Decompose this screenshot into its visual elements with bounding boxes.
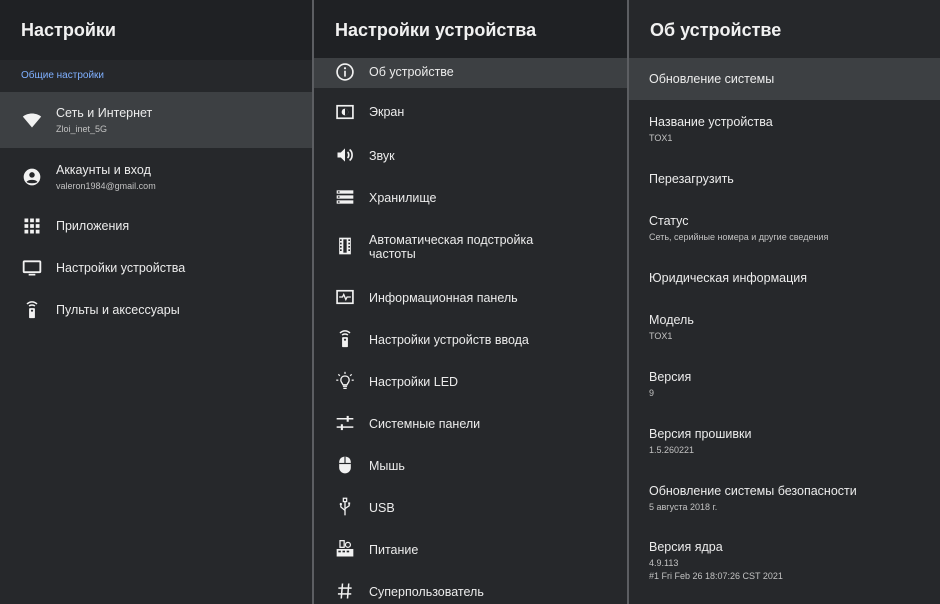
power-icon <box>336 540 354 557</box>
about-label: Модель <box>649 313 694 327</box>
menu-system-panels[interactable]: Системные панели <box>314 402 627 444</box>
bulb-icon <box>336 371 354 389</box>
about-value: 1.5.260221 <box>649 445 695 456</box>
menu-label: Сеть и Интернет <box>56 106 153 120</box>
menu-network[interactable]: Сеть и Интернет Zloi_inet_5G <box>0 92 312 148</box>
wifi-icon <box>22 113 42 128</box>
settings-pane: Настройки Общие настройки Сеть и Интерне… <box>0 0 312 604</box>
menu-input-devices[interactable]: Настройки устройств ввода <box>314 318 627 360</box>
menu-device-settings[interactable]: Настройки устройства <box>0 248 312 288</box>
menu-label: Об устройстве <box>369 65 454 79</box>
about-version: Версия 9 <box>629 356 940 412</box>
pane-title: Об устройстве <box>629 0 940 60</box>
about-reboot[interactable]: Перезагрузить <box>629 158 940 198</box>
film-icon <box>339 237 351 255</box>
menu-label: Суперпользователь <box>369 585 484 599</box>
menu-label: Системные панели <box>369 417 481 431</box>
menu-label: Экран <box>369 105 405 119</box>
menu-led[interactable]: Настройки LED <box>314 360 627 402</box>
account-icon <box>23 168 41 186</box>
about-label: Версия <box>649 370 692 384</box>
about-firmware: Версия прошивки 1.5.260221 <box>629 412 940 468</box>
settings-screen: Настройки Общие настройки Сеть и Интерне… <box>0 0 940 604</box>
pane-title: Настройки устройства <box>314 0 627 60</box>
about-value: TOX1 <box>649 331 673 342</box>
menu-accounts[interactable]: Аккаунты и вход valeron1984@gmail.com <box>0 150 312 204</box>
menu-usb[interactable]: USB <box>314 486 627 528</box>
about-security-update[interactable]: Обновление системы безопасности 5 август… <box>629 470 940 526</box>
about-device-name[interactable]: Название устройства TOX1 <box>629 100 940 156</box>
about-value: 4.9.113 <box>649 558 679 569</box>
about-kernel: Версия ядра 4.9.113 #1 Fri Feb 26 18:07:… <box>629 528 940 598</box>
about-label: Название устройства <box>649 115 773 129</box>
menu-label: Аккаунты и вход <box>56 163 151 177</box>
menu-label: Звук <box>369 149 395 163</box>
about-legal[interactable]: Юридическая информация <box>629 258 940 298</box>
menu-label: USB <box>369 501 395 515</box>
sliders-icon <box>336 415 354 431</box>
menu-sound[interactable]: Звук <box>314 134 627 176</box>
tv-icon <box>22 260 42 276</box>
about-label: Версия ядра <box>649 540 723 554</box>
menu-remotes[interactable]: Пульты и аксессуары <box>0 290 312 330</box>
menu-sublabel: valeron1984@gmail.com <box>56 181 156 192</box>
hash-icon <box>337 583 352 599</box>
menu-label: Автоматическая подстройка <box>369 233 534 247</box>
pane-title: Настройки <box>0 0 312 60</box>
section-label: Общие настройки <box>21 70 104 81</box>
menu-about-device[interactable]: Об устройстве <box>314 58 627 88</box>
menu-label-line2: частоты <box>369 247 416 262</box>
monitor-pulse-icon <box>336 289 354 305</box>
info-icon <box>336 63 354 81</box>
about-label: Статус <box>649 214 689 228</box>
about-label: Перезагрузить <box>649 172 734 186</box>
mouse-icon <box>339 456 351 474</box>
menu-label: Питание <box>369 543 419 557</box>
about-value: 9 <box>649 388 655 399</box>
apps-grid-icon <box>24 218 40 234</box>
about-system-update[interactable]: Обновление системы <box>629 58 940 100</box>
screen-icon <box>336 104 354 120</box>
menu-superuser[interactable]: Суперпользователь <box>314 570 627 604</box>
menu-label: Приложения <box>56 219 130 233</box>
storage-icon <box>336 190 354 204</box>
menu-label: Мышь <box>369 459 405 473</box>
about-value: Сеть, серийные номера и другие сведения <box>649 232 829 243</box>
menu-label: Настройки устройств ввода <box>369 333 529 347</box>
menu-label: Настройки устройства <box>56 261 186 275</box>
menu-power[interactable]: Питание <box>314 528 627 570</box>
usb-icon <box>339 497 351 516</box>
about-value: 5 августа 2018 г. <box>649 502 718 513</box>
about-value-line2: #1 Fri Feb 26 18:07:26 CST 2021 <box>649 570 783 581</box>
menu-screen[interactable]: Экран <box>314 92 627 132</box>
about-value: TOX1 <box>649 133 673 144</box>
volume-icon <box>337 148 353 162</box>
about-label: Юридическая информация <box>649 271 808 285</box>
remote-icon <box>26 301 38 319</box>
about-model: Модель TOX1 <box>629 298 940 354</box>
menu-mouse[interactable]: Мышь <box>314 444 627 486</box>
menu-sublabel: Zloi_inet_5G <box>56 124 108 135</box>
about-label: Версия прошивки <box>649 427 752 441</box>
menu-storage[interactable]: Хранилище <box>314 176 627 218</box>
menu-label: Информационная панель <box>369 291 518 305</box>
device-settings-pane: Настройки устройства Об устройстве Экран <box>312 0 627 604</box>
menu-label: Хранилище <box>369 191 437 205</box>
about-device-pane: Об устройстве Обновление системы Названи… <box>627 0 940 604</box>
menu-apps[interactable]: Приложения <box>0 206 312 246</box>
about-label: Обновление системы безопасности <box>649 484 857 498</box>
menu-label: Настройки LED <box>369 375 459 389</box>
menu-label: Пульты и аксессуары <box>56 303 180 317</box>
menu-info-panel[interactable]: Информационная панель <box>314 276 627 318</box>
remote-icon <box>339 330 351 348</box>
about-label: Обновление системы <box>649 72 775 86</box>
menu-auto-framerate[interactable]: Автоматическая подстройка частоты <box>314 220 627 274</box>
about-status[interactable]: Статус Сеть, серийные номера и другие св… <box>629 198 940 256</box>
